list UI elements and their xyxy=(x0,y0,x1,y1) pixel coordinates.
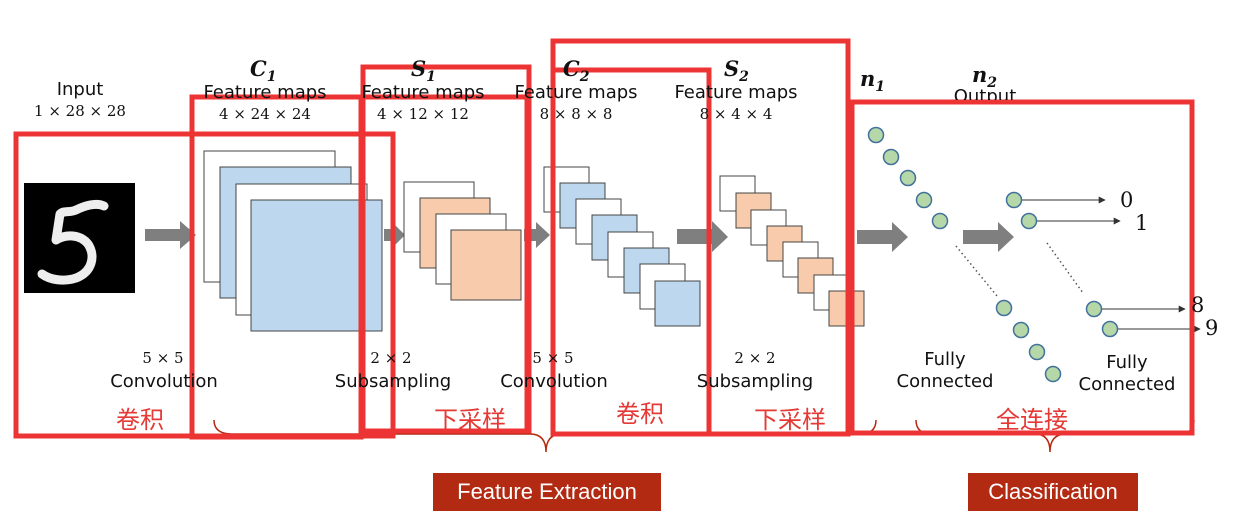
s1-label: Feature maps xyxy=(361,82,485,103)
c1-dims: 4 × 24 × 24 xyxy=(219,105,311,123)
arrow-5 xyxy=(857,222,908,252)
c2-feature-maps xyxy=(543,166,701,327)
output-1: 1 xyxy=(1135,211,1149,235)
input-image xyxy=(24,183,135,293)
fc2-line2: Connected xyxy=(1078,374,1176,395)
input-dims: 1 × 28 × 28 xyxy=(34,102,126,120)
output-9: 9 xyxy=(1205,316,1219,340)
op4-cn: 下采样 xyxy=(754,406,826,434)
c1-feature-maps xyxy=(203,150,383,332)
s1-symbol: S1 xyxy=(411,56,436,86)
n1-neurons xyxy=(867,126,1062,383)
diagram-graphics xyxy=(13,38,1201,453)
s2-feature-maps xyxy=(719,175,865,327)
n2-ellipsis xyxy=(1046,242,1084,294)
op2-size: 2 × 2 xyxy=(370,349,412,367)
c1-symbol: C1 xyxy=(250,56,277,86)
n1-symbol: n1 xyxy=(860,66,886,96)
n2-output-label: Output xyxy=(953,86,1017,100)
op1-size: 5 × 5 xyxy=(142,349,184,367)
op2-name: Subsampling xyxy=(334,371,452,392)
output-8: 8 xyxy=(1191,293,1205,317)
s2-dims: 8 × 4 × 4 xyxy=(699,105,773,123)
op4-size: 2 × 2 xyxy=(734,349,776,367)
s1-dims: 4 × 12 × 12 xyxy=(377,105,469,123)
arrow-4 xyxy=(677,221,728,252)
feature-extraction-banner: Feature Extraction xyxy=(433,473,661,511)
c1-label: Feature maps xyxy=(203,82,327,103)
input-label: Input xyxy=(56,79,104,100)
classification-banner: Classification xyxy=(968,473,1138,511)
s2-label: Feature maps xyxy=(674,82,798,103)
op3-name: Convolution xyxy=(500,371,608,392)
op3-cn: 卷积 xyxy=(616,400,664,428)
op2-cn: 下采样 xyxy=(434,406,506,434)
op4-name: Subsampling xyxy=(696,371,814,392)
op3-size: 5 × 5 xyxy=(532,349,574,367)
c2-symbol: C2 xyxy=(563,56,590,86)
n2-neurons xyxy=(1005,191,1201,338)
fc1-line2: Connected xyxy=(896,371,994,392)
op1-name: Convolution xyxy=(110,371,218,392)
s2-symbol: S2 xyxy=(724,56,749,86)
fc1-line1: Fully xyxy=(924,349,966,370)
fc2-line1: Fully xyxy=(1106,352,1148,373)
op1-cn: 卷积 xyxy=(116,406,164,434)
cnn-diagram: Input 1 × 28 × 28 C1 Feature maps 4 × 24… xyxy=(0,0,1238,526)
c2-dims: 8 × 8 × 8 xyxy=(539,105,613,123)
s1-feature-maps xyxy=(403,181,522,301)
arrow-6 xyxy=(963,222,1014,252)
n1-ellipsis xyxy=(955,245,998,297)
output-0: 0 xyxy=(1120,188,1134,212)
c2-label: Feature maps xyxy=(514,82,638,103)
fc-cn: 全连接 xyxy=(996,406,1068,434)
arrow-1 xyxy=(145,221,196,249)
